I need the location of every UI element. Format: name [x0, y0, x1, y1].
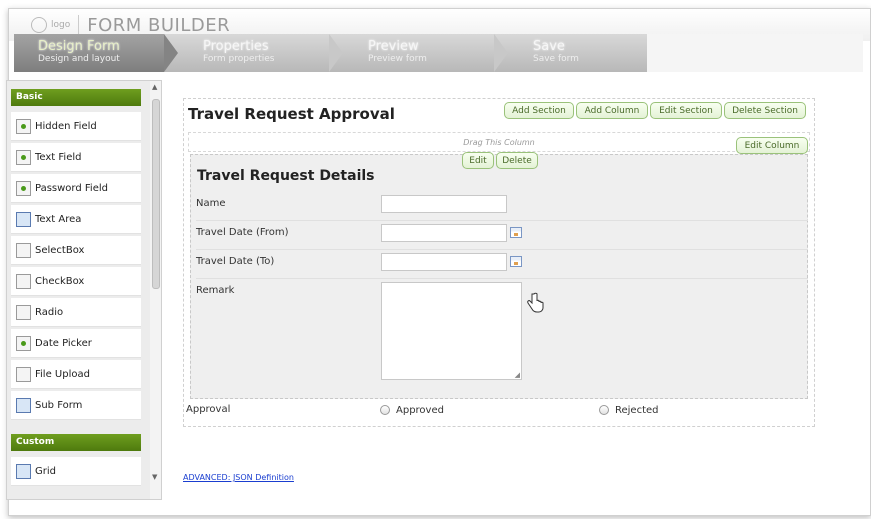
delete-button[interactable]: Delete: [496, 152, 538, 169]
logo-icon: [31, 17, 47, 33]
calendar-icon[interactable]: [510, 256, 522, 267]
delete-section-button[interactable]: Delete Section: [724, 102, 806, 119]
file-upload-icon: [16, 366, 31, 382]
scroll-down-icon[interactable]: ▼: [152, 473, 157, 481]
advanced-json-link[interactable]: ADVANCED: JSON Definition: [183, 473, 294, 482]
field-label-name: Name: [196, 198, 226, 209]
resize-grip-icon[interactable]: ◢: [515, 371, 520, 379]
radio-approved[interactable]: [380, 405, 390, 415]
palette-item-selectbox[interactable]: SelectBox: [11, 236, 141, 265]
palette-item-file-upload[interactable]: File Upload: [11, 360, 141, 389]
palette-item-label: Sub Form: [35, 399, 83, 411]
palette-item-label: SelectBox: [35, 244, 85, 256]
palette-scrollbar[interactable]: ▲ ▼: [150, 81, 161, 499]
field-label-remark: Remark: [196, 285, 235, 296]
text-area-icon: [16, 211, 31, 227]
step-arrow: [329, 34, 343, 72]
field-label-travel-to: Travel Date (To): [196, 256, 275, 267]
step-subtitle: Preview form: [368, 54, 427, 64]
remark-textarea[interactable]: ◢: [381, 282, 522, 380]
palette-item-label: Text Field: [35, 151, 82, 163]
palette-item-label: Radio: [35, 306, 64, 318]
edit-section-button[interactable]: Edit Section: [650, 102, 722, 119]
palette-group-custom: Custom: [11, 434, 141, 451]
sub-form-icon: [16, 397, 31, 413]
step-title: Preview: [368, 39, 419, 54]
logo-text: logo: [51, 20, 71, 30]
step-subtitle: Form properties: [203, 54, 275, 64]
scroll-up-icon[interactable]: ▲: [152, 83, 157, 91]
edit-button[interactable]: Edit: [462, 152, 494, 169]
travel-date-to-input[interactable]: [381, 253, 507, 271]
radio-approved-label: Approved: [396, 405, 444, 416]
column-drag-handle[interactable]: Drag This Column: [188, 132, 810, 152]
date-picker-icon: [16, 335, 31, 351]
grid-icon: [16, 463, 31, 479]
step-preview[interactable]: Preview Preview form: [344, 34, 494, 72]
name-input[interactable]: [381, 195, 507, 213]
palette-item-label: Grid: [35, 465, 56, 477]
field-label-travel-from: Travel Date (From): [196, 227, 289, 238]
radio-icon: [16, 304, 31, 320]
step-subtitle: Design and layout: [38, 54, 120, 64]
section-title: Travel Request Details: [197, 168, 375, 184]
palette-item-text-field[interactable]: Text Field: [11, 143, 141, 172]
radio-rejected[interactable]: [599, 405, 609, 415]
edit-column-button[interactable]: Edit Column: [736, 137, 808, 154]
wizard-steps: Design Form Design and layout Properties…: [14, 34, 863, 72]
palette-item-date-picker[interactable]: Date Picker: [11, 329, 141, 358]
palette-item-checkbox[interactable]: CheckBox: [11, 267, 141, 296]
palette-item-label: Hidden Field: [35, 120, 97, 132]
palette-item-sub-form[interactable]: Sub Form: [11, 391, 141, 420]
palette-item-label: Password Field: [35, 182, 108, 194]
steps-filler: [647, 34, 863, 72]
palette-group-basic: Basic: [11, 89, 141, 106]
password-field-icon: [16, 180, 31, 196]
step-save[interactable]: Save Save form: [509, 34, 647, 72]
select-box-icon: [16, 242, 31, 258]
step-properties[interactable]: Properties Form properties: [179, 34, 329, 72]
hidden-field-icon: [16, 118, 31, 134]
palette-item-hidden-field[interactable]: Hidden Field: [11, 112, 141, 141]
checkbox-icon: [16, 273, 31, 289]
app-title: FORM BUILDER: [78, 14, 230, 36]
palette-item-label: Text Area: [35, 213, 82, 225]
step-title: Save: [533, 39, 565, 54]
step-design-form[interactable]: Design Form Design and layout: [14, 34, 164, 72]
palette-item-text-area[interactable]: Text Area: [11, 205, 141, 234]
add-section-button[interactable]: Add Section: [504, 102, 574, 119]
scroll-thumb[interactable]: [152, 99, 160, 289]
palette-item-password-field[interactable]: Password Field: [11, 174, 141, 203]
palette-item-label: CheckBox: [35, 275, 85, 287]
step-title: Properties: [203, 39, 269, 54]
add-column-button[interactable]: Add Column: [576, 102, 648, 119]
approval-label: Approval: [186, 404, 231, 415]
palette-item-label: File Upload: [35, 368, 90, 380]
text-field-icon: [16, 149, 31, 165]
step-subtitle: Save form: [533, 54, 579, 64]
palette-item-grid[interactable]: Grid: [11, 457, 141, 486]
palette-item-radio[interactable]: Radio: [11, 298, 141, 327]
form-title: Travel Request Approval: [188, 105, 395, 123]
step-arrow: [164, 34, 178, 72]
hand-cursor-icon: [527, 292, 544, 313]
radio-rejected-label: Rejected: [615, 405, 659, 416]
step-arrow: [494, 34, 508, 72]
step-title: Design Form: [38, 39, 120, 54]
calendar-icon[interactable]: [510, 227, 522, 238]
element-palette: Basic Hidden Field Text Field Password F…: [6, 80, 162, 500]
palette-item-label: Date Picker: [35, 337, 92, 349]
travel-date-from-input[interactable]: [381, 224, 507, 242]
